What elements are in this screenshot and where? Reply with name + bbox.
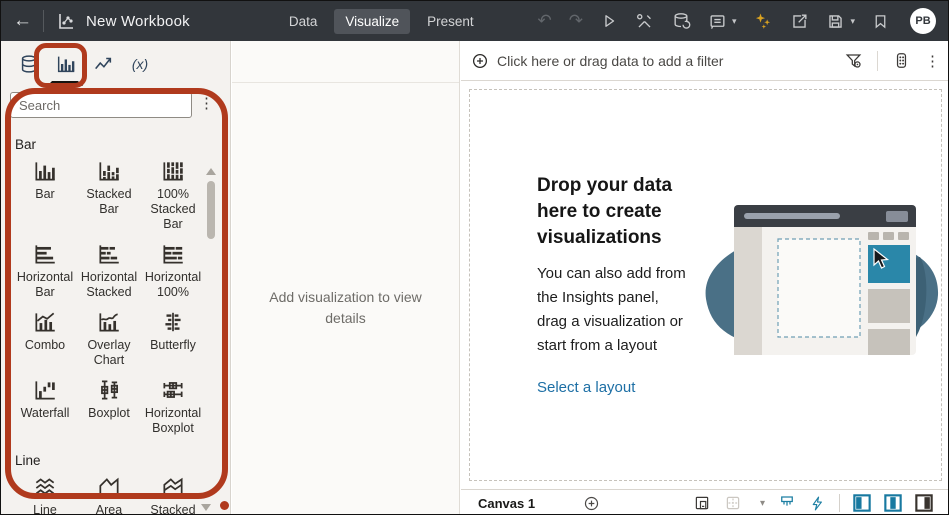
drop-heading: Drop your data here to create visualizat… bbox=[537, 175, 673, 248]
details-panel-header bbox=[232, 41, 459, 83]
workbook-title: New Workbook bbox=[86, 12, 190, 30]
topbar: ← New Workbook Data Visualize Present ↶ … bbox=[1, 1, 948, 41]
tab-data[interactable]: Data bbox=[278, 9, 329, 34]
avatar[interactable]: PB bbox=[910, 8, 936, 34]
chart-type-butterfly[interactable]: Butterfly bbox=[141, 309, 205, 368]
function-tab-label: (x) bbox=[131, 56, 149, 72]
section-title-bar: Bar bbox=[15, 137, 37, 152]
function-tab[interactable]: (x) bbox=[126, 48, 154, 80]
filter-settings-icon[interactable] bbox=[844, 51, 863, 70]
filter-bar: Click here or drag data to add a filter bbox=[461, 41, 948, 81]
add-filter-icon[interactable] bbox=[471, 52, 489, 70]
filter-bar-actions: ⋮ bbox=[844, 50, 940, 71]
tab-present[interactable]: Present bbox=[416, 9, 485, 34]
export-icon[interactable] bbox=[790, 12, 809, 31]
panel-left-toggle-icon[interactable] bbox=[853, 494, 871, 512]
canvas-area[interactable]: Drop your data here to create visualizat… bbox=[461, 81, 948, 489]
canvas-panel: Click here or drag data to add a filter bbox=[461, 41, 948, 514]
chart-grid-bar: Bar Stacked Bar 100% Stacked Bar Horizon… bbox=[13, 158, 218, 445]
analytics-tab-icon[interactable] bbox=[89, 48, 117, 80]
grid-layout-icon[interactable] bbox=[724, 494, 742, 512]
section-title-line: Line bbox=[15, 453, 41, 468]
auto-apply-icon[interactable] bbox=[809, 495, 826, 512]
bottom-bar-actions: ▾ bbox=[693, 494, 933, 512]
back-arrow-icon[interactable]: ← bbox=[13, 10, 39, 32]
chart-type-horizontal-stacked[interactable]: Horizontal Stacked bbox=[77, 241, 141, 300]
chart-type-100-stacked-bar[interactable]: 100% Stacked Bar bbox=[141, 158, 205, 232]
chart-type-boxplot[interactable]: Boxplot bbox=[77, 377, 141, 436]
filter-menu-kebab-icon[interactable]: ⋮ bbox=[925, 52, 940, 70]
details-panel: Add visualization to view details bbox=[232, 41, 460, 514]
chart-type-horizontal-bar[interactable]: Horizontal Bar bbox=[13, 241, 77, 300]
scrollbar-down-icon[interactable] bbox=[201, 504, 211, 511]
comment-icon[interactable]: ▾ bbox=[708, 12, 737, 31]
chart-type-stacked-area[interactable]: Stacked Area bbox=[141, 474, 205, 514]
topbar-actions: ↶ ↷ ▾ ▾ PB bbox=[537, 8, 936, 34]
chart-grid-line: Line Area Stacked Area bbox=[13, 474, 218, 514]
chart-type-line[interactable]: Line bbox=[13, 474, 77, 514]
chart-type-combo[interactable]: Combo bbox=[13, 309, 77, 368]
chart-type-waterfall[interactable]: Waterfall bbox=[13, 377, 77, 436]
bottom-bar-divider bbox=[839, 494, 840, 512]
active-tab-underline bbox=[47, 81, 83, 86]
charts-tab-icon[interactable] bbox=[52, 48, 80, 80]
save-caret-icon[interactable]: ▾ bbox=[850, 16, 855, 27]
data-refresh-icon[interactable] bbox=[671, 11, 691, 31]
chart-type-area[interactable]: Area bbox=[77, 474, 141, 514]
scrollbar-thumb[interactable] bbox=[207, 181, 215, 239]
app-window: ← New Workbook Data Visualize Present ↶ … bbox=[0, 0, 949, 515]
details-empty-message: Add visualization to view details bbox=[269, 289, 422, 326]
chart-type-overlay-chart[interactable]: Overlay Chart bbox=[77, 309, 141, 368]
canvas-tab[interactable]: Canvas 1 bbox=[478, 496, 535, 511]
chart-type-list: Bar Bar Stacked Bar 100% Stacked Bar Hor… bbox=[1, 125, 230, 514]
drop-body: You can also add from the Insights panel… bbox=[537, 265, 686, 354]
panel-center-toggle-icon[interactable] bbox=[884, 494, 902, 512]
undo-icon[interactable]: ↶ bbox=[537, 11, 551, 31]
chart-type-bar[interactable]: Bar bbox=[13, 158, 77, 232]
topbar-divider bbox=[43, 10, 44, 32]
layout-caret-icon[interactable]: ▾ bbox=[760, 498, 765, 509]
workbook-icon bbox=[56, 11, 76, 31]
panel-right-toggle-icon[interactable] bbox=[915, 494, 933, 512]
save-icon[interactable]: ▾ bbox=[826, 12, 855, 31]
scrollbar-up-icon[interactable] bbox=[206, 168, 216, 175]
left-panel-tabstrip: (x) bbox=[1, 41, 230, 87]
add-canvas-icon[interactable] bbox=[583, 495, 600, 512]
filter-bar-divider bbox=[877, 50, 878, 71]
chart-type-horizontal-boxplot[interactable]: Horizontal Boxplot bbox=[141, 377, 205, 436]
filter-prompt[interactable]: Click here or drag data to add a filter bbox=[497, 53, 723, 69]
present-play-icon[interactable] bbox=[600, 12, 618, 30]
comment-caret-icon[interactable]: ▾ bbox=[732, 16, 737, 27]
tab-visualize[interactable]: Visualize bbox=[334, 8, 411, 34]
panel-menu-kebab-icon[interactable]: ⋮ bbox=[199, 94, 214, 112]
pinned-filters-icon[interactable] bbox=[892, 51, 911, 70]
search-input[interactable] bbox=[10, 92, 192, 118]
drop-text-block: Drop your data here to create visualizat… bbox=[537, 173, 689, 397]
drop-illustration bbox=[705, 205, 939, 355]
chart-type-stacked-bar[interactable]: Stacked Bar bbox=[77, 158, 141, 232]
mode-tabs: Data Visualize Present bbox=[278, 8, 485, 34]
ai-sparkle-icon[interactable] bbox=[753, 11, 773, 31]
format-brush-icon[interactable] bbox=[778, 494, 796, 512]
chart-type-horizontal-100[interactable]: Horizontal 100% bbox=[141, 241, 205, 300]
duplicate-canvas-icon[interactable] bbox=[693, 494, 711, 512]
tools-icon[interactable] bbox=[635, 12, 654, 31]
redo-icon[interactable]: ↷ bbox=[569, 11, 583, 31]
data-tab-icon[interactable] bbox=[15, 48, 43, 80]
bookmark-icon[interactable] bbox=[872, 13, 889, 30]
select-layout-link[interactable]: Select a layout bbox=[537, 379, 635, 396]
search-row: ⋮ bbox=[1, 87, 230, 125]
canvas-bottom-bar: Canvas 1 ▾ bbox=[461, 489, 948, 514]
left-panel: (x) ⋮ Bar Bar bbox=[1, 41, 231, 514]
